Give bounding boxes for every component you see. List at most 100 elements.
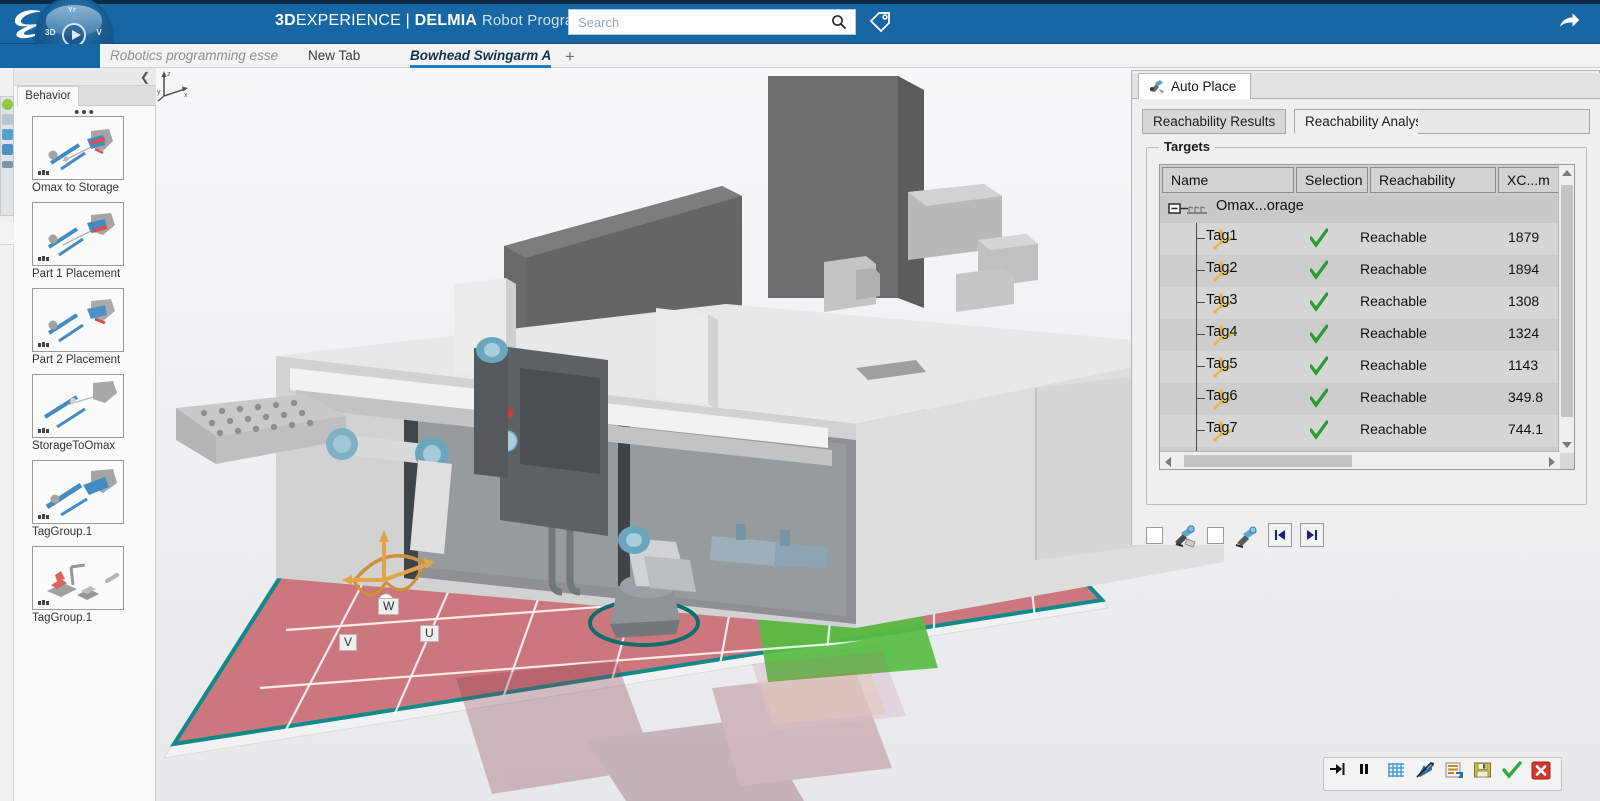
pause-button[interactable] bbox=[1357, 761, 1383, 787]
scroll-thumb-horizontal[interactable] bbox=[1184, 455, 1352, 467]
reachable-check-icon bbox=[1310, 388, 1328, 408]
confirm-ok-button[interactable] bbox=[1502, 761, 1528, 787]
robot-path-thumb[interactable] bbox=[32, 116, 124, 180]
list-item[interactable]: Part 1 Placement bbox=[32, 202, 124, 280]
table-body[interactable]: Omax...orage Tag1 Reachable 1879 Tag2 Re… bbox=[1160, 195, 1560, 453]
save-button[interactable] bbox=[1473, 761, 1499, 787]
robot-preview-icon[interactable] bbox=[1171, 522, 1199, 548]
list-item-label: StorageToOmax bbox=[32, 440, 116, 452]
tree-connector bbox=[1196, 415, 1197, 447]
list-item-label: Omax to Storage bbox=[32, 182, 119, 194]
compass-label-v: V bbox=[96, 28, 102, 37]
tree-tick bbox=[1196, 270, 1205, 271]
tree-connector bbox=[1196, 319, 1197, 351]
cell-xc: 349.8 bbox=[1508, 389, 1544, 405]
show-robot-checkbox[interactable] bbox=[1146, 526, 1163, 544]
teach-icon[interactable] bbox=[2, 114, 13, 125]
list-item[interactable]: Part 2 Placement bbox=[32, 288, 124, 366]
cell-reachability: Reachable bbox=[1360, 325, 1427, 341]
cell-name: Tag2 bbox=[1206, 260, 1238, 276]
settings-icon[interactable] bbox=[2, 161, 13, 168]
list-item[interactable]: TagGroup.1 bbox=[32, 546, 124, 624]
search-icon[interactable] bbox=[831, 14, 847, 30]
behavior-tab-filler bbox=[79, 86, 156, 106]
auto-place-icon bbox=[1150, 80, 1164, 94]
simulation-toolbar[interactable] bbox=[1323, 757, 1562, 791]
auto-place-dialog[interactable]: Auto Place Reachability Results Reachabi… bbox=[1131, 70, 1600, 548]
document-tab-strip: Robotics programming esse New Tab Bowhea… bbox=[0, 44, 1600, 68]
table-row[interactable]: Tag4 Reachable 1324 bbox=[1160, 319, 1560, 351]
tree-connector bbox=[1196, 351, 1197, 383]
search-input[interactable] bbox=[578, 10, 818, 34]
tree-connector bbox=[1196, 255, 1197, 287]
cell-xc: 1879 bbox=[1508, 229, 1540, 245]
tag-icon[interactable] bbox=[868, 10, 892, 34]
cell-xc: 1308 bbox=[1508, 293, 1540, 309]
cell-reachability: Reachable bbox=[1360, 357, 1427, 373]
scroll-right-arrow-icon[interactable] bbox=[1549, 457, 1555, 467]
step-forward-button[interactable] bbox=[1328, 761, 1354, 787]
report-table-button[interactable] bbox=[1444, 761, 1470, 787]
auto-place-title-tab[interactable]: Auto Place bbox=[1138, 73, 1252, 99]
column-header-selection[interactable]: Selection bbox=[1296, 167, 1368, 193]
share-arrow-icon[interactable] bbox=[1556, 9, 1582, 35]
manipulator-label-v: V bbox=[339, 634, 358, 651]
table-vertical-scrollbar[interactable] bbox=[1558, 165, 1574, 453]
list-item[interactable]: Omax to Storage bbox=[32, 116, 124, 194]
column-header-xc[interactable]: XC...m bbox=[1498, 167, 1560, 193]
svg-text:y: y bbox=[157, 89, 161, 96]
tree-connector bbox=[1196, 287, 1197, 319]
left-vertical-toolbar[interactable] bbox=[0, 68, 14, 801]
robot-cell-thumb[interactable] bbox=[32, 546, 124, 610]
list-item-label: TagGroup.1 bbox=[32, 526, 93, 538]
column-header-name[interactable]: Name bbox=[1162, 167, 1294, 193]
play-simulation-icon[interactable] bbox=[2, 99, 13, 110]
tab-strip-corner bbox=[0, 44, 100, 68]
cell-reachability: Reachable bbox=[1360, 229, 1427, 245]
robot-tool-icon[interactable] bbox=[1232, 522, 1260, 548]
scroll-left-arrow-icon[interactable] bbox=[1165, 457, 1171, 467]
tab-robotics-programming[interactable]: Robotics programming esse bbox=[110, 44, 278, 68]
column-header-reachability[interactable]: Reachability bbox=[1370, 167, 1496, 193]
tab-bowhead-swingarm-a[interactable]: Bowhead Swingarm A bbox=[410, 44, 552, 68]
robot-path-thumb[interactable] bbox=[32, 202, 124, 266]
table-row[interactable]: Tag1 Reachable 1879 bbox=[1160, 223, 1560, 255]
last-target-button[interactable] bbox=[1300, 523, 1324, 547]
measure-button[interactable] bbox=[1415, 761, 1441, 787]
targets-group-label: Targets bbox=[1159, 139, 1215, 154]
tab-new-tab[interactable]: New Tab bbox=[308, 44, 360, 68]
add-tab-button[interactable]: + bbox=[565, 47, 575, 67]
brand-experience: EXPERIENCE | bbox=[295, 12, 415, 29]
tab-reachability-results[interactable]: Reachability Results bbox=[1142, 109, 1287, 134]
tree-connector bbox=[1196, 383, 1197, 415]
table-row[interactable]: Tag7 Reachable 744.1 bbox=[1160, 415, 1560, 447]
cell-xc: 1324 bbox=[1508, 325, 1540, 341]
reach-icon[interactable] bbox=[2, 144, 13, 155]
tab-behavior[interactable]: Behavior bbox=[17, 86, 79, 106]
list-item[interactable]: TagGroup.1 bbox=[32, 460, 124, 538]
cell-xc: 744.1 bbox=[1508, 421, 1544, 437]
scroll-up-arrow-icon[interactable] bbox=[1562, 170, 1572, 176]
table-row[interactable]: Tag2 Reachable 1894 bbox=[1160, 255, 1560, 287]
robot-path-thumb[interactable] bbox=[32, 460, 124, 524]
table-group-row[interactable]: Omax...orage bbox=[1160, 195, 1560, 223]
targets-table[interactable]: Name Selection Reachability XC...m Omax.… bbox=[1159, 164, 1575, 470]
show-tool-checkbox[interactable] bbox=[1207, 526, 1224, 544]
left-toolbar-group[interactable] bbox=[0, 96, 14, 216]
grid-toggle-button[interactable] bbox=[1386, 761, 1412, 787]
jog-icon[interactable] bbox=[2, 129, 13, 140]
scroll-down-arrow-icon[interactable] bbox=[1562, 442, 1572, 448]
collapse-box-icon[interactable] bbox=[1168, 199, 1214, 219]
scroll-thumb-vertical[interactable] bbox=[1561, 185, 1573, 417]
robot-path-thumb[interactable] bbox=[32, 374, 124, 438]
table-horizontal-scrollbar[interactable] bbox=[1160, 451, 1560, 469]
robot-path-thumb[interactable] bbox=[32, 288, 124, 352]
chevron-left-icon[interactable]: ❮ bbox=[140, 70, 150, 84]
table-row[interactable]: Tag6 Reachable 349.8 bbox=[1160, 383, 1560, 415]
first-target-button[interactable] bbox=[1268, 523, 1292, 547]
search-box[interactable] bbox=[568, 9, 856, 35]
list-item[interactable]: StorageToOmax bbox=[32, 374, 124, 452]
cancel-button[interactable] bbox=[1531, 761, 1557, 787]
table-row[interactable]: Tag5 Reachable 1143 bbox=[1160, 351, 1560, 383]
table-row[interactable]: Tag3 Reachable 1308 bbox=[1160, 287, 1560, 319]
